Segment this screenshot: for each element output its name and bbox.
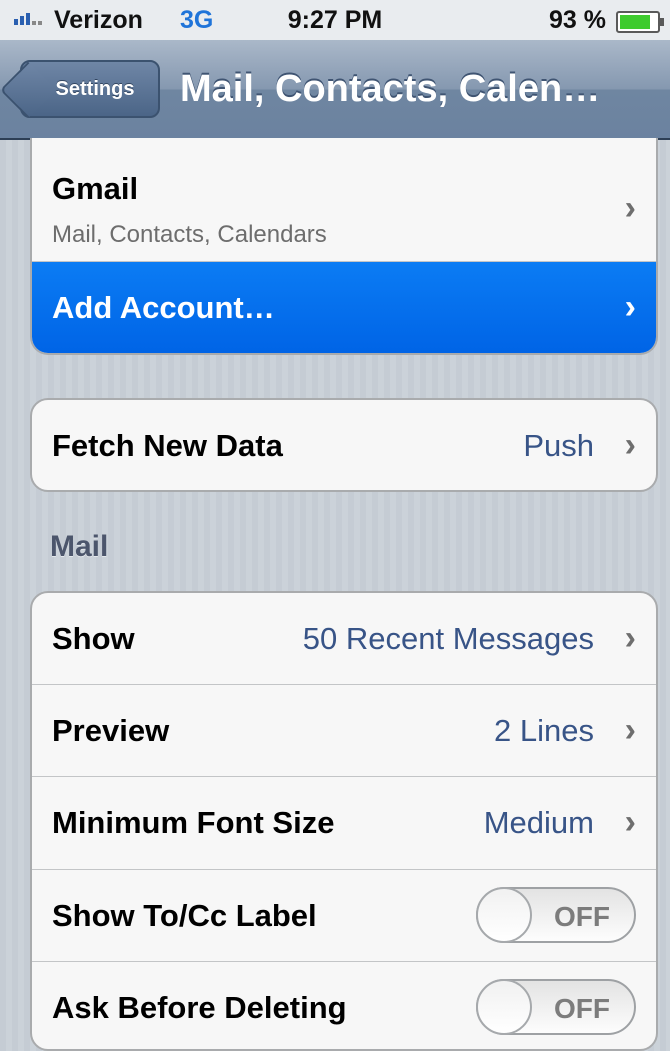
preview-value: 2 Lines (494, 713, 594, 748)
chevron-right-icon: › (624, 803, 636, 841)
ask-before-deleting-row: Ask Before Deleting OFF (32, 962, 656, 1049)
status-bar: Verizon 3G 9:27 PM 93 % (0, 0, 670, 40)
chevron-right-icon: › (624, 619, 636, 657)
gmail-subtitle: Mail, Contacts, Calendars (52, 221, 327, 248)
fetch-new-data-row[interactable]: Fetch New Data Push › (32, 400, 656, 490)
show-label: Show (52, 621, 135, 656)
mail-settings-group: Show 50 Recent Messages › Preview 2 Line… (30, 591, 658, 1051)
account-row-gmail[interactable]: Gmail Mail, Contacts, Calendars › (32, 151, 656, 262)
previous-account-row[interactable] (30, 138, 658, 152)
chevron-right-icon: › (624, 189, 636, 227)
show-to-cc-label: Show To/Cc Label (52, 898, 317, 933)
font-size-label: Minimum Font Size (52, 805, 335, 840)
toggle-state: OFF (554, 993, 610, 1024)
accounts-group: Gmail Mail, Contacts, Calendars › Add Ac… (30, 151, 658, 355)
show-to-cc-row: Show To/Cc Label OFF (32, 870, 656, 962)
toggle-knob (476, 887, 532, 943)
fetch-value: Push (523, 428, 594, 463)
fetch-label: Fetch New Data (52, 428, 283, 463)
ask-before-deleting-toggle[interactable]: OFF (476, 979, 636, 1035)
toggle-knob (476, 979, 532, 1035)
minimum-font-size-row[interactable]: Minimum Font Size Medium › (32, 777, 656, 870)
chevron-right-icon: › (624, 426, 636, 464)
navigation-bar: Settings Mail, Contacts, Calen… (0, 40, 670, 140)
mail-section-header: Mail (50, 530, 109, 563)
show-row[interactable]: Show 50 Recent Messages › (32, 593, 656, 685)
toggle-state: OFF (554, 901, 610, 932)
preview-label: Preview (52, 713, 170, 748)
preview-row[interactable]: Preview 2 Lines › (32, 685, 656, 777)
back-button-label: Settings (55, 77, 135, 100)
battery-percent: 93 % (549, 6, 606, 34)
gmail-title: Gmail (52, 171, 139, 206)
show-value: 50 Recent Messages (302, 621, 594, 656)
battery-icon (616, 11, 664, 33)
back-button[interactable]: Settings (20, 60, 160, 118)
fetch-group: Fetch New Data Push › (30, 398, 658, 492)
ask-before-deleting-label: Ask Before Deleting (52, 990, 347, 1025)
chevron-right-icon: › (624, 288, 636, 326)
chevron-right-icon: › (624, 711, 636, 749)
add-account-row[interactable]: Add Account… › (32, 262, 656, 353)
page-title: Mail, Contacts, Calen… (180, 68, 601, 110)
show-to-cc-toggle[interactable]: OFF (476, 887, 636, 943)
font-size-value: Medium (483, 805, 594, 840)
add-account-label: Add Account… (52, 290, 275, 325)
